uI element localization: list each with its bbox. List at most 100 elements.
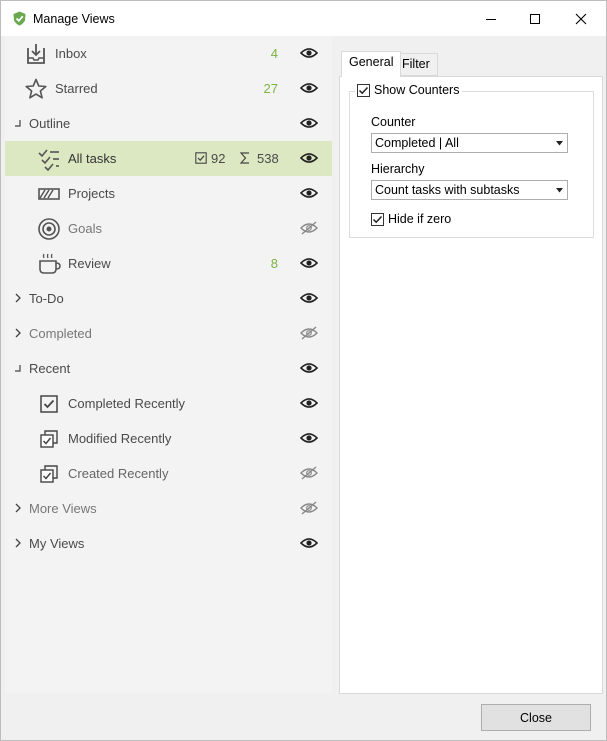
- view-label: Projects: [68, 186, 115, 201]
- manage-views-window: Manage Views Inbox 4 Starred 27 Outline …: [0, 0, 607, 741]
- view-group-completed[interactable]: Completed: [5, 316, 332, 351]
- eye-hidden-icon[interactable]: [300, 466, 318, 480]
- view-label: Inbox: [55, 46, 87, 61]
- counter-label: Counter: [371, 115, 416, 129]
- eye-icon[interactable]: [300, 116, 318, 130]
- view-item-all-tasks[interactable]: All tasks 92 538: [5, 141, 332, 176]
- created-icon: [40, 465, 58, 483]
- view-label: All tasks: [68, 151, 117, 166]
- view-count: 27: [263, 81, 278, 96]
- sigma-icon: [240, 152, 249, 164]
- eye-icon[interactable]: [300, 186, 318, 200]
- show-counters-legend: Show Counters: [355, 83, 463, 97]
- hierarchy-value: Count tasks with subtasks: [375, 183, 520, 197]
- view-label: My Views: [29, 536, 85, 551]
- view-group-recent[interactable]: Recent: [5, 351, 332, 386]
- hide-if-zero-checkbox[interactable]: [371, 212, 384, 226]
- eye-icon[interactable]: [300, 291, 318, 305]
- view-group-more-views[interactable]: More Views: [5, 491, 332, 526]
- view-item-completed-recently[interactable]: Completed Recently: [5, 386, 332, 421]
- view-group-outline[interactable]: Outline: [5, 106, 332, 141]
- view-label: Starred: [55, 81, 98, 96]
- maximize-button[interactable]: [512, 1, 558, 36]
- title-bar: Manage Views: [1, 1, 606, 36]
- view-item-projects[interactable]: Projects: [5, 176, 332, 211]
- view-group-my-views[interactable]: My Views: [5, 526, 332, 561]
- show-counters-checkbox[interactable]: [357, 83, 370, 97]
- eye-hidden-icon[interactable]: [300, 326, 318, 340]
- target-icon: [38, 218, 60, 240]
- inbox-icon: [27, 44, 45, 64]
- collapsed-icon[interactable]: [13, 328, 23, 338]
- view-item-goals[interactable]: Goals: [5, 211, 332, 246]
- tab-general[interactable]: General: [341, 51, 402, 77]
- app-logo-icon: [13, 11, 26, 26]
- show-counters-label: Show Counters: [374, 83, 460, 97]
- view-label: To-Do: [29, 291, 64, 306]
- checkmark-icon: [358, 86, 369, 94]
- view-label: Recent: [29, 361, 71, 376]
- hide-if-zero-row: Hide if zero: [371, 212, 451, 226]
- counter-value: Completed | All: [375, 136, 459, 150]
- maximize-icon: [530, 13, 540, 24]
- eye-icon[interactable]: [300, 256, 318, 270]
- eye-hidden-icon[interactable]: [300, 221, 318, 235]
- view-count: 4: [270, 46, 278, 61]
- window-title: Manage Views: [33, 12, 115, 26]
- view-label: Created Recently: [68, 466, 169, 481]
- view-count: 8: [270, 256, 278, 271]
- eye-icon[interactable]: [300, 46, 318, 60]
- eye-icon[interactable]: [300, 81, 318, 95]
- close-icon: [575, 13, 587, 24]
- collapsed-icon[interactable]: [13, 293, 23, 303]
- eye-icon[interactable]: [300, 396, 318, 410]
- projects-icon: [38, 188, 60, 200]
- view-group-to-do[interactable]: To-Do: [5, 281, 332, 316]
- view-item-modified-recently[interactable]: Modified Recently: [5, 421, 332, 456]
- close-button[interactable]: Close: [481, 704, 591, 731]
- collapsed-icon[interactable]: [13, 538, 23, 548]
- view-label: Modified Recently: [68, 431, 172, 446]
- hide-if-zero-label: Hide if zero: [388, 212, 452, 226]
- dropdown-arrow-icon: [556, 188, 563, 193]
- view-label: Goals: [68, 221, 102, 236]
- eye-icon[interactable]: [300, 431, 318, 445]
- view-label: Outline: [29, 116, 71, 131]
- hierarchy-select[interactable]: Count tasks with subtasks: [371, 180, 568, 200]
- hierarchy-label: Hierarchy: [371, 162, 425, 176]
- checked-box-icon: [40, 395, 58, 413]
- completed-count: 92: [211, 151, 226, 166]
- view-item-starred[interactable]: Starred 27: [5, 71, 332, 106]
- eye-icon[interactable]: [300, 536, 318, 550]
- show-counters-group: Show Counters Counter Completed | All Hi…: [349, 83, 594, 238]
- view-item-review[interactable]: Review 8: [5, 246, 332, 281]
- eye-icon[interactable]: [300, 361, 318, 375]
- expanded-icon[interactable]: [13, 363, 23, 373]
- minimize-button[interactable]: [468, 1, 514, 36]
- dialog-footer: Close: [1, 694, 606, 740]
- completed-count-icon: [195, 152, 207, 164]
- eye-hidden-icon[interactable]: [300, 501, 318, 515]
- general-tab-panel: Show Counters Counter Completed | All Hi…: [339, 76, 603, 694]
- checkmark-icon: [372, 215, 383, 223]
- total-count: 538: [257, 151, 279, 166]
- view-label: Completed: [29, 326, 92, 341]
- view-settings-pane: General Filter Show Counters Counter Com…: [339, 46, 603, 694]
- close-window-button[interactable]: [558, 1, 604, 36]
- all-tasks-icon: [38, 149, 59, 171]
- counter-select[interactable]: Completed | All: [371, 133, 568, 153]
- star-icon: [25, 78, 47, 99]
- eye-icon[interactable]: [300, 151, 318, 165]
- minimize-icon: [486, 18, 496, 20]
- cup-icon: [39, 253, 61, 274]
- view-label: Completed Recently: [68, 396, 186, 411]
- expanded-icon[interactable]: [13, 118, 23, 128]
- dropdown-arrow-icon: [556, 141, 563, 146]
- modified-icon: [40, 430, 58, 448]
- views-tree: Inbox 4 Starred 27 Outline All tasks 92 …: [5, 36, 332, 693]
- view-label: More Views: [29, 501, 97, 516]
- view-label: Review: [68, 256, 111, 271]
- view-item-inbox[interactable]: Inbox 4: [5, 36, 332, 71]
- collapsed-icon[interactable]: [13, 503, 23, 513]
- view-item-created-recently[interactable]: Created Recently: [5, 456, 332, 491]
